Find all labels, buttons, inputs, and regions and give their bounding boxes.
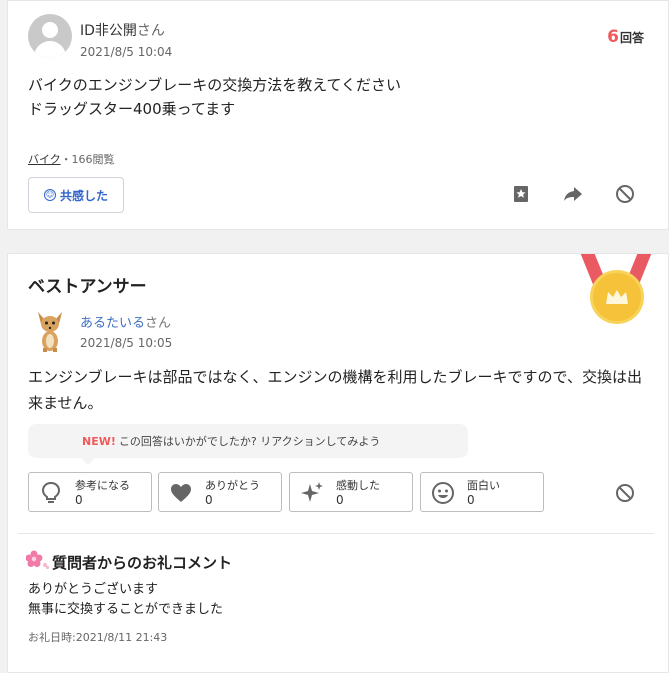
question-card: ID非公開さん 2021/8/5 10:04 6回答 バイクのエンジンブレーキの… <box>7 0 669 230</box>
answer-count-number: 6 <box>607 27 619 47</box>
report-answer-icon[interactable] <box>614 482 636 504</box>
thanks-comment-text: ありがとうございます 無事に交換することができました <box>28 582 224 617</box>
reaction-funny-button[interactable]: 面白い 0 <box>420 472 544 512</box>
report-icon[interactable] <box>614 183 636 205</box>
answer-body: エンジンブレーキは部品ではなく、エンジンの機構を利用したブレーキですので、交換は… <box>28 368 642 412</box>
divider <box>18 533 654 534</box>
reaction-thanks-count: 0 <box>205 493 213 507</box>
reaction-helpful-label: 参考になる <box>75 479 130 492</box>
questioner-name-text: ID非公開 <box>80 23 137 39</box>
empathy-label: 共感した <box>59 188 108 203</box>
thanks-comment-date: お礼日時:2021/8/11 21:43 <box>28 631 168 644</box>
best-answer-card: ベストアンサー あるたいるさん 2021/8/5 10:05 エンジンブレーキは… <box>7 253 669 673</box>
category-link[interactable]: バイク <box>28 153 61 166</box>
reaction-thanks-button[interactable]: ありがとう 0 <box>158 472 282 512</box>
reaction-moved-count: 0 <box>336 493 344 507</box>
reaction-funny-label: 面白い <box>467 479 500 492</box>
reaction-moved-button[interactable]: 感動した 0 <box>289 472 413 512</box>
questioner-name: ID非公開さん <box>80 20 165 40</box>
question-body: バイクのエンジンブレーキの交換方法を教えてください ドラッグスター400乗ってま… <box>28 76 402 118</box>
answer-count[interactable]: 6回答 <box>607 27 644 47</box>
answerer-name-link[interactable]: あるたいる <box>80 316 145 331</box>
reaction-moved-label: 感動した <box>336 479 380 492</box>
answer-timestamp: 2021/8/5 10:05 <box>80 336 173 350</box>
smile-icon <box>431 481 455 505</box>
lightbulb-icon <box>39 481 63 505</box>
answerer-name: あるたいるさん <box>80 312 171 331</box>
crown-medal-icon <box>590 270 644 324</box>
nudge-tail <box>80 457 96 465</box>
reaction-helpful-count: 0 <box>75 493 83 507</box>
answer-count-label: 回答 <box>619 31 644 45</box>
nudge-text: この回答はいかがでしたか? リアクションしてみよう <box>118 435 381 448</box>
best-answer-title: ベストアンサー <box>28 277 147 297</box>
reaction-thanks-label: ありがとう <box>205 479 260 492</box>
view-count: ・166閲覧 <box>60 153 115 166</box>
bookmark-icon[interactable] <box>510 183 532 205</box>
reaction-funny-count: 0 <box>467 493 475 507</box>
questioner-avatar <box>28 14 72 58</box>
heart-icon <box>169 481 193 505</box>
flower-icon <box>25 550 50 572</box>
empathy-button[interactable]: ☺ 共感した <box>28 177 124 213</box>
answerer-suffix: さん <box>145 316 172 331</box>
sparkle-icon <box>300 481 324 505</box>
reaction-nudge: NEW! この回答はいかがでしたか? リアクションしてみよう <box>28 424 468 458</box>
thanks-comment-title: 質問者からのお礼コメント <box>52 554 233 572</box>
question-timestamp: 2021/8/5 10:04 <box>80 45 173 59</box>
new-badge: NEW! <box>82 434 116 448</box>
questioner-suffix: さん <box>136 23 165 39</box>
smile-small-icon: ☺ <box>43 189 56 201</box>
question-meta: バイク・166閲覧 <box>28 151 115 167</box>
answerer-avatar[interactable] <box>36 310 64 352</box>
reaction-helpful-button[interactable]: 参考になる 0 <box>28 472 152 512</box>
share-icon[interactable] <box>562 183 584 205</box>
